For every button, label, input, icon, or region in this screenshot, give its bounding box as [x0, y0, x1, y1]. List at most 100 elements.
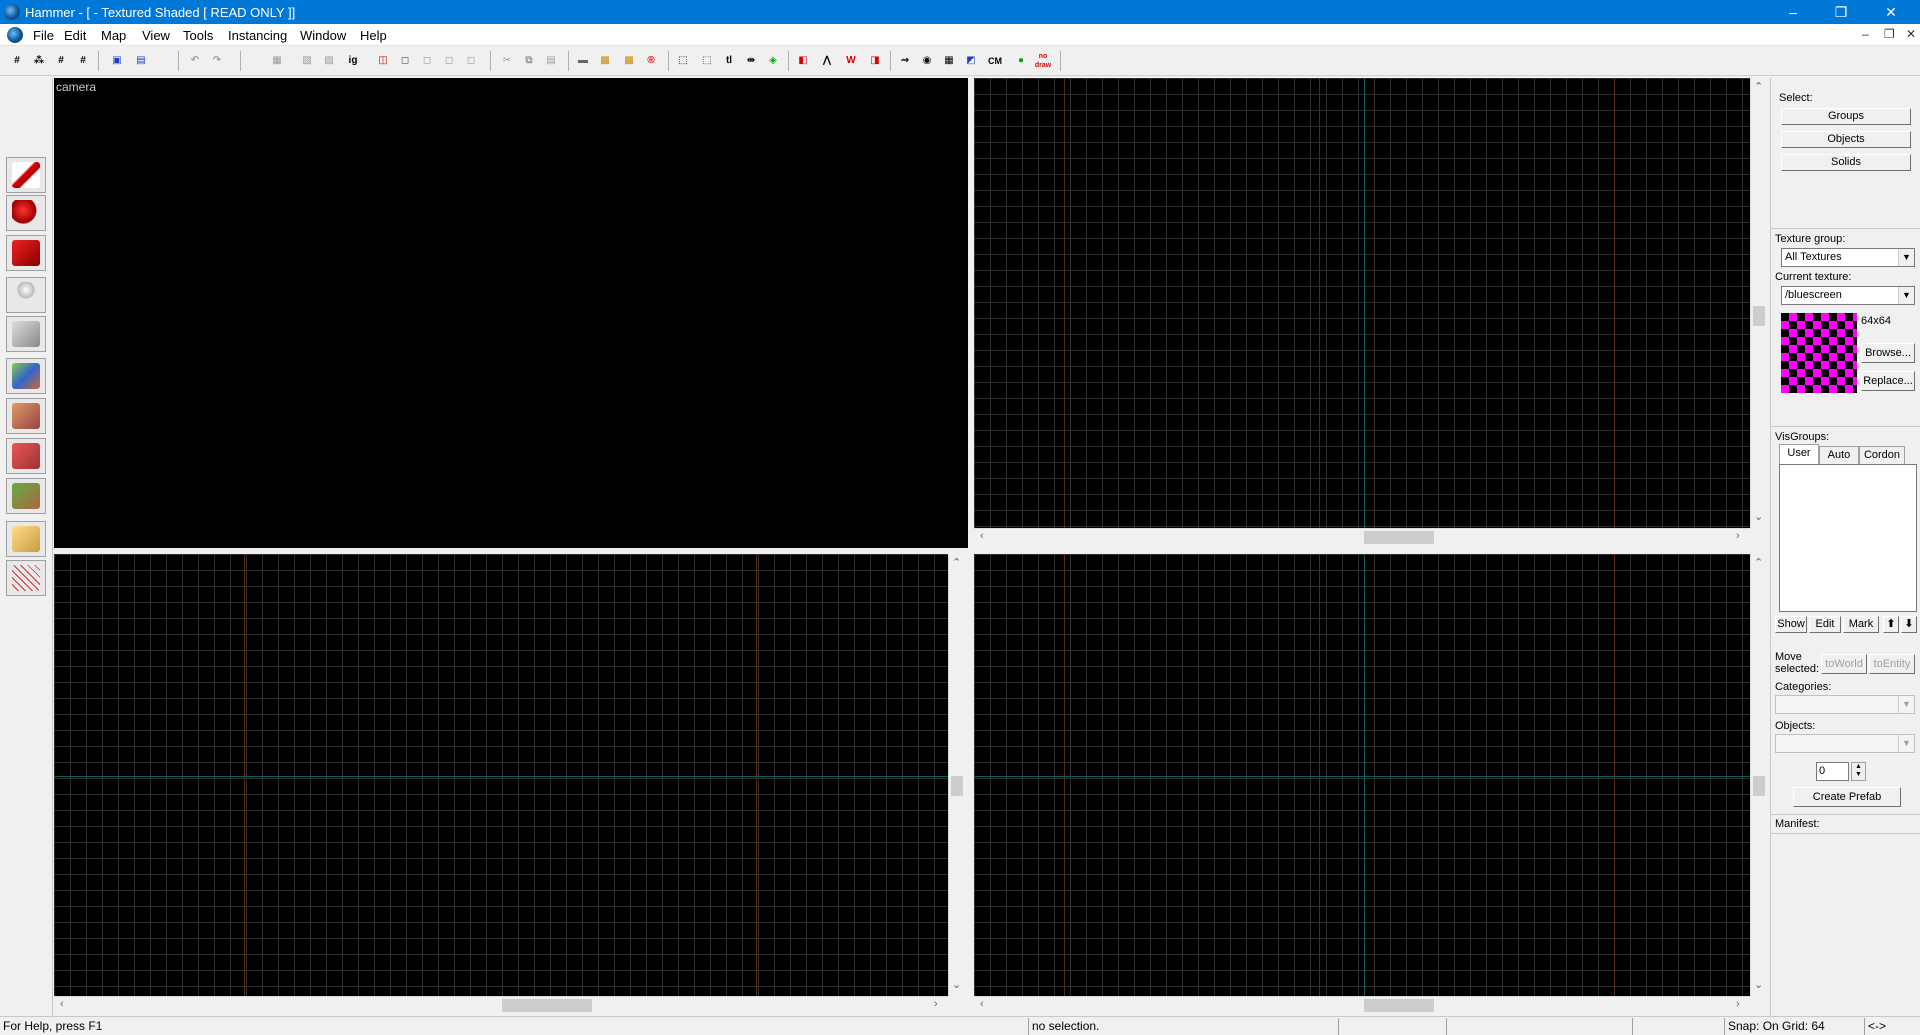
vertex-tool[interactable]: [6, 560, 46, 596]
texture-scale-icon[interactable]: ▩: [620, 52, 638, 70]
scroll-thumb[interactable]: [1753, 306, 1765, 326]
edit-button[interactable]: Edit: [1809, 616, 1841, 633]
scroll-down-icon[interactable]: ⌄: [1754, 510, 1763, 523]
restore-button[interactable]: ❐: [1818, 0, 1864, 24]
select-objects-button[interactable]: Objects: [1781, 131, 1911, 148]
toggle-text-icon[interactable]: tl: [720, 52, 738, 70]
menu-file[interactable]: File: [33, 28, 54, 43]
show-button[interactable]: Show: [1775, 616, 1807, 633]
vertex-icon[interactable]: W: [842, 52, 860, 70]
top-right-hscroll[interactable]: ‹ ›: [974, 528, 1750, 545]
model-icon[interactable]: ◨: [866, 52, 884, 70]
objects-dropdown[interactable]: ▼: [1775, 734, 1915, 753]
scroll-right-icon[interactable]: ›: [1736, 530, 1740, 542]
nodraw-toggle[interactable]: no draw: [1034, 52, 1052, 70]
scroll-right-icon[interactable]: ›: [1736, 998, 1740, 1010]
grid-3d-icon[interactable]: ▦: [940, 52, 958, 70]
autorotate-icon[interactable]: ®: [642, 52, 660, 70]
helpers-icon[interactable]: ⇝: [896, 52, 914, 70]
create-prefab-button[interactable]: Create Prefab: [1793, 787, 1901, 807]
top-right-vscroll[interactable]: ⌃ ⌄: [1750, 78, 1767, 528]
leaf-icon[interactable]: ●: [1012, 52, 1030, 70]
menu-view[interactable]: View: [142, 28, 170, 43]
layers-icon[interactable]: ◩: [962, 52, 980, 70]
magnify-tool[interactable]: [6, 195, 46, 231]
mark-button[interactable]: Mark: [1843, 616, 1879, 633]
copy-icon[interactable]: ⧉: [520, 52, 538, 70]
ignore-groups-icon[interactable]: ig: [344, 52, 362, 70]
overlay-tool[interactable]: [6, 478, 46, 514]
unhide-icon[interactable]: ◻: [440, 52, 458, 70]
document-icon[interactable]: [7, 27, 23, 43]
to-world-button[interactable]: toWorld: [1821, 654, 1867, 674]
block-tool[interactable]: [6, 316, 46, 352]
current-texture-dropdown[interactable]: /bluescreen ▼: [1781, 286, 1915, 305]
show-icon[interactable]: ◻: [418, 52, 436, 70]
bottom-left-hscroll[interactable]: ‹ ›: [54, 996, 948, 1013]
menu-tools[interactable]: Tools: [183, 28, 213, 43]
align-icon[interactable]: ◈: [764, 52, 782, 70]
group-icon[interactable]: ▣: [108, 52, 126, 70]
mdi-restore-button[interactable]: ❐: [1884, 27, 1895, 41]
scroll-thumb[interactable]: [502, 999, 592, 1012]
texture-app-icon[interactable]: ▩: [596, 52, 614, 70]
texture-preview[interactable]: [1781, 313, 1857, 393]
clipping-tool[interactable]: [6, 521, 46, 557]
bottom-left-2d-viewport[interactable]: [54, 554, 948, 996]
menu-instancing[interactable]: Instancing: [228, 28, 287, 43]
chevron-down-icon[interactable]: ▼: [1898, 249, 1914, 266]
carve-icon[interactable]: ▦: [268, 52, 286, 70]
replace-button[interactable]: Replace...: [1861, 371, 1915, 391]
camera-tool[interactable]: [6, 235, 46, 271]
texture-lock-icon[interactable]: ▬: [574, 52, 592, 70]
categories-dropdown[interactable]: ▼: [1775, 695, 1915, 714]
mdi-close-button[interactable]: ✕: [1906, 27, 1916, 41]
chevron-down-icon[interactable]: ▼: [1898, 735, 1914, 752]
select-all-icon[interactable]: ◫: [374, 52, 392, 70]
top-right-2d-viewport[interactable]: [974, 78, 1750, 528]
scroll-thumb[interactable]: [1364, 999, 1434, 1012]
scroll-left-icon[interactable]: ‹: [980, 530, 984, 542]
scroll-down-icon[interactable]: ⌄: [952, 978, 961, 991]
mdi-minimize-button[interactable]: –: [1862, 27, 1869, 41]
scroll-thumb[interactable]: [1364, 531, 1434, 544]
texture-group-dropdown[interactable]: All Textures ▼: [1781, 248, 1915, 267]
bottom-right-vscroll[interactable]: ⌃ ⌄: [1750, 554, 1767, 996]
visgroups-list[interactable]: [1779, 464, 1917, 612]
tab-user[interactable]: User: [1779, 444, 1819, 464]
ungroup-icon[interactable]: ▤: [132, 52, 150, 70]
chevron-down-icon[interactable]: ▼: [1898, 696, 1914, 713]
hollow-icon[interactable]: ▧: [298, 52, 316, 70]
bottom-right-hscroll[interactable]: ‹ ›: [974, 996, 1750, 1013]
selection-tool[interactable]: [6, 157, 46, 193]
menu-edit[interactable]: Edit: [64, 28, 86, 43]
sphere-icon[interactable]: ◉: [918, 52, 936, 70]
arrow-up-icon[interactable]: ⬆: [1883, 616, 1899, 633]
decal-tool[interactable]: [6, 438, 46, 474]
paste-special-icon[interactable]: ▨: [320, 52, 338, 70]
chevron-down-icon[interactable]: ▼: [1898, 287, 1914, 304]
scroll-right-icon[interactable]: ›: [934, 998, 938, 1010]
arrow-down-icon[interactable]: ⬇: [1901, 616, 1917, 633]
menu-help[interactable]: Help: [360, 28, 387, 43]
tab-auto[interactable]: Auto: [1819, 446, 1859, 464]
prefab-count-input[interactable]: 0: [1816, 762, 1849, 781]
grid-larger-icon[interactable]: #: [74, 52, 92, 70]
scroll-left-icon[interactable]: ‹: [980, 998, 984, 1010]
grid-dots-icon[interactable]: ⁂: [30, 52, 48, 70]
skew-icon[interactable]: ⋀: [818, 52, 836, 70]
scroll-up-icon[interactable]: ⌃: [952, 556, 961, 569]
select-cursor-icon[interactable]: ⬚: [698, 52, 716, 70]
scroll-down-icon[interactable]: ⌄: [1754, 978, 1763, 991]
entity-tool[interactable]: [6, 277, 46, 313]
cut-icon[interactable]: ✂: [498, 52, 516, 70]
visgroup-icon[interactable]: ◻: [462, 52, 480, 70]
radius-cull-icon[interactable]: ◧: [794, 52, 812, 70]
to-entity-button[interactable]: toEntity: [1869, 654, 1915, 674]
bottom-right-2d-viewport[interactable]: [974, 554, 1750, 996]
paste-icon[interactable]: ▤: [542, 52, 560, 70]
scroll-left-icon[interactable]: ‹: [60, 998, 64, 1010]
hide-icon[interactable]: ◻: [396, 52, 414, 70]
minimize-button[interactable]: –: [1770, 0, 1816, 24]
select-groups-button[interactable]: Groups: [1781, 108, 1911, 125]
